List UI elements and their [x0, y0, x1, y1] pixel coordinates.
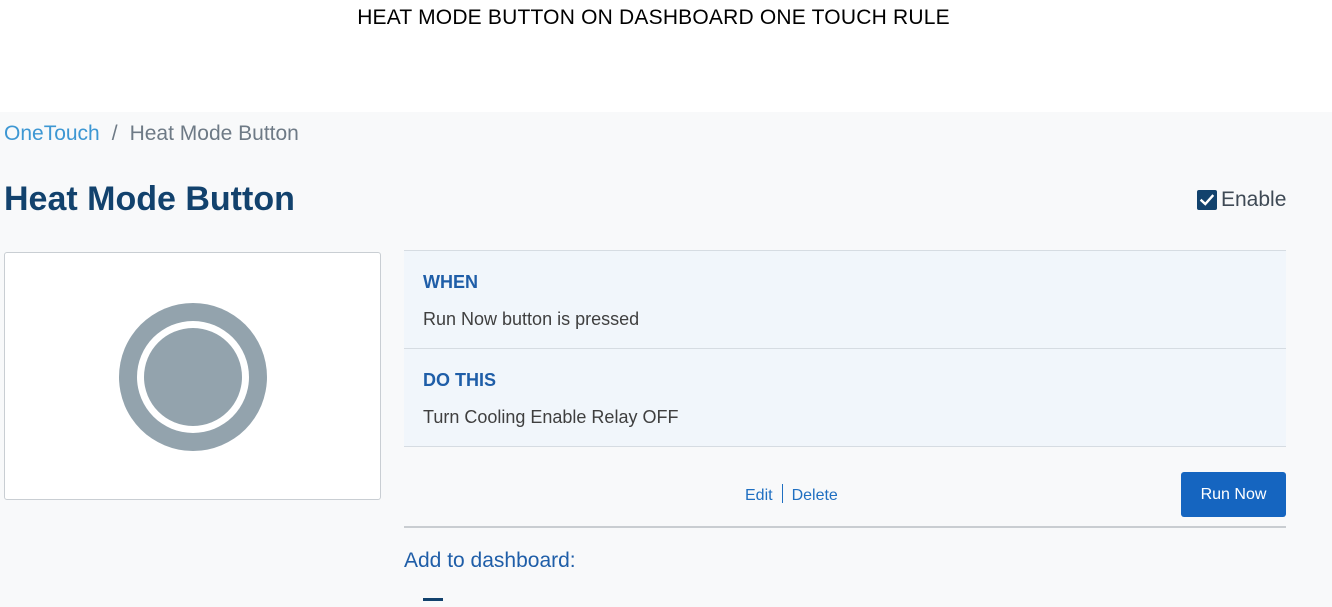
when-section: WHEN Run Now button is pressed — [404, 250, 1286, 348]
breadcrumb-current: Heat Mode Button — [129, 122, 299, 145]
link-divider — [781, 484, 783, 503]
dashboard-checkbox[interactable] — [423, 598, 443, 607]
checkmark-icon — [1199, 194, 1215, 206]
do-this-heading: DO THIS — [423, 370, 497, 390]
run-now-button[interactable]: Run Now — [1181, 472, 1286, 517]
when-text: Run Now button is pressed — [423, 309, 640, 329]
document-title: HEAT MODE BUTTON ON DASHBOARD ONE TOUCH … — [357, 6, 950, 29]
rule-actions: Edit Delete Run Now — [404, 470, 1286, 528]
do-this-text: Turn Cooling Enable Relay OFF — [423, 407, 679, 427]
enable-checkbox[interactable] — [1197, 190, 1217, 210]
breadcrumb: OneTouch / Heat Mode Button — [4, 122, 299, 146]
enable-label: Enable — [1221, 188, 1287, 211]
delete-link[interactable]: Delete — [792, 487, 838, 504]
rule-links: Edit Delete — [745, 484, 838, 505]
enable-toggle[interactable]: Enable — [1197, 188, 1286, 212]
do-this-section: DO THIS Turn Cooling Enable Relay OFF — [404, 348, 1286, 447]
breadcrumb-onetouch-link[interactable]: OneTouch — [4, 122, 100, 145]
rule-icon-card — [4, 252, 381, 500]
rule-details: WHEN Run Now button is pressed DO THIS T… — [404, 250, 1286, 447]
breadcrumb-separator: / — [111, 122, 118, 145]
add-to-dashboard-label: Add to dashboard: — [404, 549, 576, 572]
when-heading: WHEN — [423, 272, 478, 292]
onetouch-rule-panel: OneTouch / Heat Mode Button Heat Mode Butt… — [0, 112, 1332, 607]
circle-button-icon — [119, 303, 267, 451]
page-title: Heat Mode Button — [4, 180, 295, 218]
edit-link[interactable]: Edit — [745, 487, 773, 504]
